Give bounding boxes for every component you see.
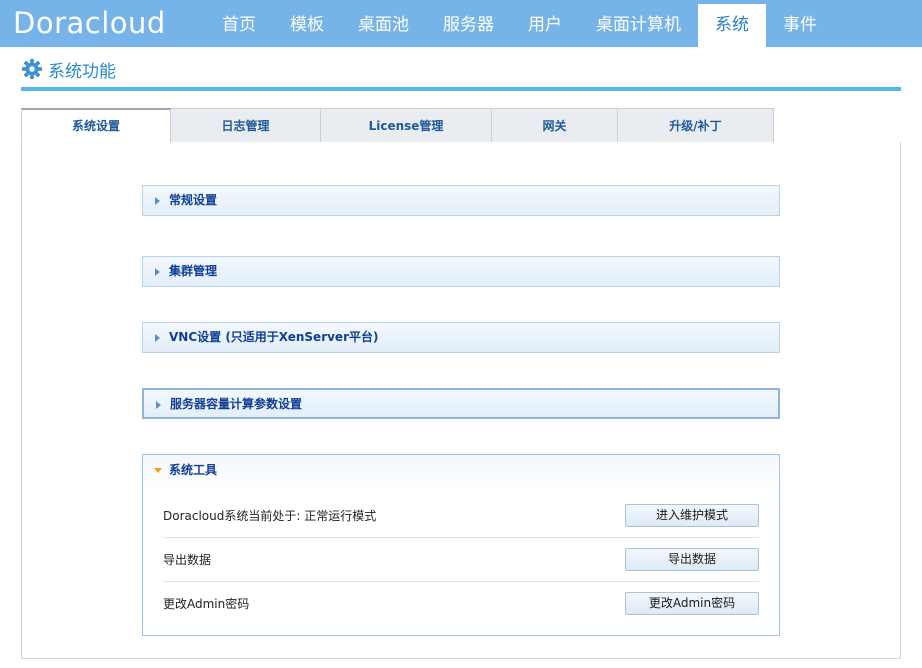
nav-item-desktop-computers[interactable]: 桌面计算机 <box>579 4 698 47</box>
section-cluster-management[interactable]: 集群管理 <box>142 256 780 287</box>
enter-maintenance-button[interactable]: 进入维护模式 <box>625 504 759 527</box>
chevron-right-icon <box>155 197 160 205</box>
section-system-tools: 系统工具 Doracloud系统当前处于: 正常运行模式 进入维护模式 导出数据… <box>142 454 780 636</box>
section-general-settings[interactable]: 常规设置 <box>142 185 780 216</box>
section-label: 系统工具 <box>169 463 218 477</box>
system-mode-status: Doracloud系统当前处于: 正常运行模式 <box>163 509 377 523</box>
nav-item-desktop-pools[interactable]: 桌面池 <box>341 4 426 47</box>
chevron-right-icon <box>156 401 161 409</box>
nav-item-events[interactable]: 事件 <box>766 4 834 47</box>
tool-row-admin-password: 更改Admin密码 更改Admin密码 <box>163 582 759 626</box>
section-label: 集群管理 <box>169 264 218 278</box>
section-system-tools-header[interactable]: 系统工具 <box>143 455 779 487</box>
top-nav-bar: Doracloud 首页 模板 桌面池 服务器 用户 桌面计算机 系统 事件 <box>0 0 922 47</box>
export-data-label: 导出数据 <box>163 553 212 567</box>
chevron-right-icon <box>155 334 160 342</box>
page-header: 系统功能 <box>21 56 116 82</box>
tool-row-export: 导出数据 导出数据 <box>163 538 759 582</box>
section-capacity-params[interactable]: 服务器容量计算参数设置 <box>142 388 780 419</box>
tab-bar: 系统设置 日志管理 License管理 网关 升级/补丁 <box>21 108 774 143</box>
chevron-right-icon <box>155 268 160 276</box>
section-label: 常规设置 <box>169 193 218 207</box>
section-label: VNC设置 (只适用于XenServer平台) <box>169 330 379 344</box>
gear-icon <box>21 58 43 80</box>
app-logo[interactable]: Doracloud <box>13 6 166 40</box>
main-nav: 首页 模板 桌面池 服务器 用户 桌面计算机 系统 事件 <box>205 4 834 47</box>
nav-item-users[interactable]: 用户 <box>511 4 579 47</box>
nav-item-home[interactable]: 首页 <box>205 4 273 47</box>
change-admin-password-button[interactable]: 更改Admin密码 <box>625 592 759 615</box>
export-data-button[interactable]: 导出数据 <box>625 548 759 571</box>
tab-system-settings[interactable]: 系统设置 <box>21 108 171 143</box>
tab-license-management[interactable]: License管理 <box>321 108 492 143</box>
page-title: 系统功能 <box>48 61 116 82</box>
tab-gateway[interactable]: 网关 <box>492 108 618 143</box>
chevron-down-icon <box>154 468 162 473</box>
nav-item-templates[interactable]: 模板 <box>273 4 341 47</box>
nav-item-servers[interactable]: 服务器 <box>426 4 511 47</box>
section-label: 服务器容量计算参数设置 <box>170 397 303 411</box>
nav-item-system[interactable]: 系统 <box>698 4 766 47</box>
tab-log-management[interactable]: 日志管理 <box>171 108 321 143</box>
tab-upgrade-patch[interactable]: 升级/补丁 <box>618 108 774 143</box>
change-password-label: 更改Admin密码 <box>163 597 250 611</box>
tool-row-maintenance: Doracloud系统当前处于: 正常运行模式 进入维护模式 <box>163 494 759 538</box>
section-vnc-settings[interactable]: VNC设置 (只适用于XenServer平台) <box>142 322 780 353</box>
title-divider <box>21 87 901 91</box>
